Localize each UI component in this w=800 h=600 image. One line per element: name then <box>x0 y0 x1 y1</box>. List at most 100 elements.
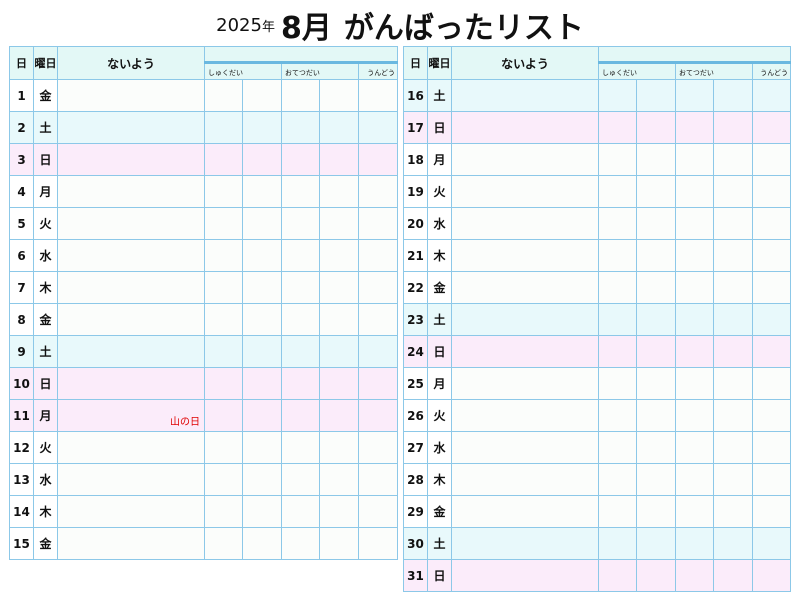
check-cell[interactable] <box>357 303 399 336</box>
check-cell[interactable] <box>242 431 282 464</box>
content-cell[interactable] <box>451 239 599 272</box>
check-cell[interactable] <box>204 367 243 400</box>
check-cell[interactable] <box>204 335 243 368</box>
check-cell[interactable] <box>242 463 282 496</box>
check-cell[interactable] <box>357 143 399 176</box>
check-cell[interactable] <box>242 367 282 400</box>
check-cell[interactable] <box>357 207 399 240</box>
check-cell[interactable] <box>598 399 637 432</box>
check-cell[interactable] <box>598 207 637 240</box>
check-cell[interactable] <box>319 431 359 464</box>
check-cell[interactable] <box>242 143 282 176</box>
content-cell[interactable] <box>57 335 205 368</box>
check-cell[interactable] <box>281 111 320 144</box>
check-cell[interactable] <box>319 175 359 208</box>
check-cell[interactable] <box>319 207 359 240</box>
check-cell[interactable] <box>713 303 753 336</box>
check-cell[interactable] <box>598 111 637 144</box>
check-cell[interactable] <box>204 527 243 560</box>
check-cell[interactable] <box>598 143 637 176</box>
check-cell[interactable] <box>751 431 792 464</box>
check-cell[interactable] <box>713 431 753 464</box>
content-cell[interactable] <box>451 399 599 432</box>
check-cell[interactable] <box>751 559 792 592</box>
check-cell[interactable] <box>751 495 792 528</box>
check-cell[interactable] <box>675 79 714 112</box>
check-cell[interactable] <box>713 367 753 400</box>
check-cell[interactable] <box>598 335 637 368</box>
content-cell[interactable] <box>451 111 599 144</box>
check-cell[interactable] <box>204 463 243 496</box>
check-cell[interactable] <box>675 463 714 496</box>
check-cell[interactable] <box>713 495 753 528</box>
check-cell[interactable] <box>281 239 320 272</box>
check-cell[interactable] <box>713 399 753 432</box>
check-cell[interactable] <box>242 175 282 208</box>
check-cell[interactable] <box>319 335 359 368</box>
check-cell[interactable] <box>281 79 320 112</box>
content-cell[interactable] <box>451 79 599 112</box>
content-cell[interactable] <box>451 559 599 592</box>
content-cell[interactable] <box>57 207 205 240</box>
check-cell[interactable] <box>281 175 320 208</box>
check-cell[interactable] <box>675 175 714 208</box>
check-cell[interactable] <box>713 143 753 176</box>
check-cell[interactable] <box>598 367 637 400</box>
check-cell[interactable] <box>204 271 243 304</box>
check-cell[interactable] <box>636 111 676 144</box>
check-cell[interactable] <box>204 431 243 464</box>
check-cell[interactable] <box>713 527 753 560</box>
check-cell[interactable] <box>242 111 282 144</box>
check-cell[interactable] <box>598 431 637 464</box>
content-cell[interactable] <box>57 463 205 496</box>
check-cell[interactable] <box>357 175 399 208</box>
check-cell[interactable] <box>598 303 637 336</box>
content-cell[interactable] <box>57 79 205 112</box>
content-cell[interactable] <box>451 527 599 560</box>
check-cell[interactable] <box>319 303 359 336</box>
check-cell[interactable] <box>357 239 399 272</box>
check-cell[interactable] <box>281 399 320 432</box>
check-cell[interactable] <box>357 79 399 112</box>
check-cell[interactable] <box>319 239 359 272</box>
check-cell[interactable] <box>751 271 792 304</box>
check-cell[interactable] <box>598 79 637 112</box>
check-cell[interactable] <box>751 207 792 240</box>
content-cell[interactable]: 山の日 <box>57 399 205 432</box>
content-cell[interactable] <box>57 143 205 176</box>
check-cell[interactable] <box>751 239 792 272</box>
check-cell[interactable] <box>598 463 637 496</box>
check-cell[interactable] <box>204 111 243 144</box>
check-cell[interactable] <box>598 175 637 208</box>
check-cell[interactable] <box>675 399 714 432</box>
check-cell[interactable] <box>357 111 399 144</box>
content-cell[interactable] <box>451 367 599 400</box>
check-cell[interactable] <box>636 495 676 528</box>
check-cell[interactable] <box>751 303 792 336</box>
check-cell[interactable] <box>319 527 359 560</box>
check-cell[interactable] <box>242 239 282 272</box>
check-cell[interactable] <box>319 79 359 112</box>
check-cell[interactable] <box>281 495 320 528</box>
check-cell[interactable] <box>675 143 714 176</box>
check-cell[interactable] <box>204 239 243 272</box>
check-cell[interactable] <box>713 79 753 112</box>
content-cell[interactable] <box>57 527 205 560</box>
check-cell[interactable] <box>281 271 320 304</box>
content-cell[interactable] <box>57 303 205 336</box>
check-cell[interactable] <box>675 559 714 592</box>
check-cell[interactable] <box>319 143 359 176</box>
check-cell[interactable] <box>713 239 753 272</box>
check-cell[interactable] <box>242 335 282 368</box>
check-cell[interactable] <box>675 111 714 144</box>
content-cell[interactable] <box>57 239 205 272</box>
check-cell[interactable] <box>357 463 399 496</box>
check-cell[interactable] <box>204 399 243 432</box>
check-cell[interactable] <box>751 175 792 208</box>
check-cell[interactable] <box>751 79 792 112</box>
check-cell[interactable] <box>281 303 320 336</box>
check-cell[interactable] <box>357 399 399 432</box>
check-cell[interactable] <box>204 495 243 528</box>
check-cell[interactable] <box>713 463 753 496</box>
check-cell[interactable] <box>675 367 714 400</box>
